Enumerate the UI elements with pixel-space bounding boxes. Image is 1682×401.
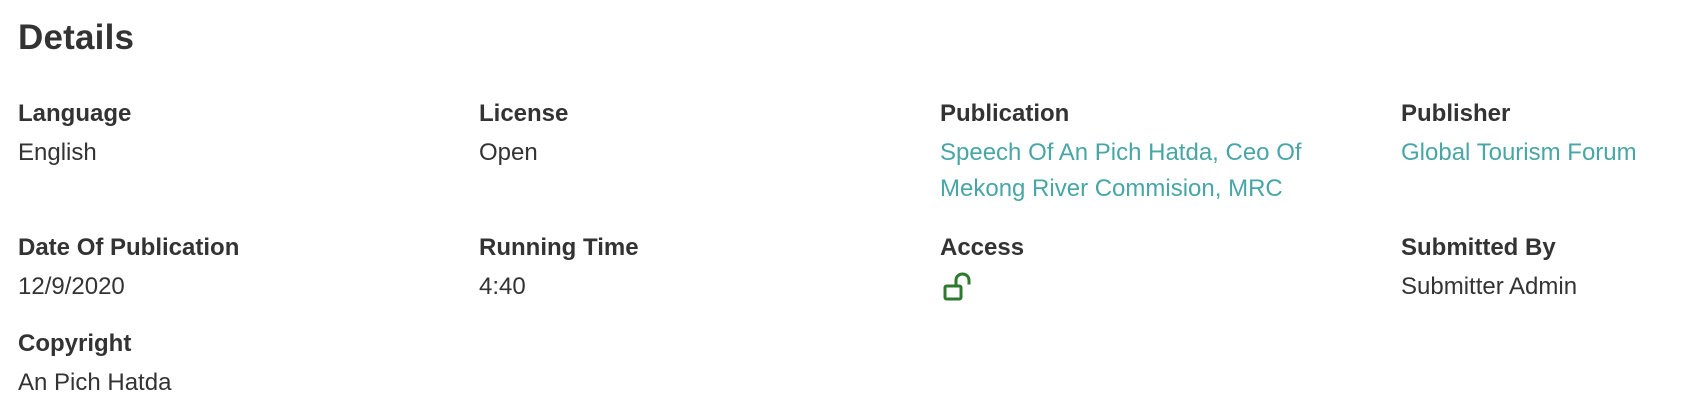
field-value: 4:40 — [479, 273, 526, 300]
field-access: Access — [940, 234, 1401, 330]
section-title: Details — [18, 18, 135, 57]
field-label: Access — [940, 234, 1025, 261]
publisher-link[interactable]: Global Tourism Forum — [1401, 135, 1682, 171]
field-value: English — [18, 139, 97, 166]
field-label: Running Time — [479, 234, 639, 261]
field-language: Language English — [18, 100, 479, 234]
details-grid: Language English License Open Publicatio… — [18, 100, 1682, 401]
field-label: Copyright — [18, 330, 132, 357]
field-value: An Pich Hatda — [18, 369, 172, 396]
field-submitted-by: Submitted By Submitter Admin — [1401, 234, 1682, 330]
field-date-of-publication: Date Of Publication 12/9/2020 — [18, 234, 479, 330]
field-label: Publisher — [1401, 100, 1511, 127]
field-label: Date Of Publication — [18, 234, 240, 261]
unlock-icon — [940, 270, 974, 304]
field-label: Language — [18, 100, 132, 127]
field-label: Publication — [940, 100, 1070, 127]
field-publisher: Publisher Global Tourism Forum — [1401, 100, 1682, 234]
field-copyright: Copyright An Pich Hatda — [18, 330, 479, 401]
field-value: Open — [479, 139, 538, 166]
field-license: License Open — [479, 100, 940, 234]
details-panel: Details Language English License Open Pu… — [0, 0, 1682, 400]
field-value: 12/9/2020 — [18, 273, 125, 300]
field-running-time: Running Time 4:40 — [479, 234, 940, 330]
field-label: License — [479, 100, 569, 127]
field-publication: Publication Speech Of An Pich Hatda, Ceo… — [940, 100, 1401, 234]
field-value: Submitter Admin — [1401, 273, 1578, 300]
publication-link[interactable]: Speech Of An Pich Hatda, Ceo Of Mekong R… — [940, 135, 1350, 207]
field-label: Submitted By — [1401, 234, 1556, 261]
